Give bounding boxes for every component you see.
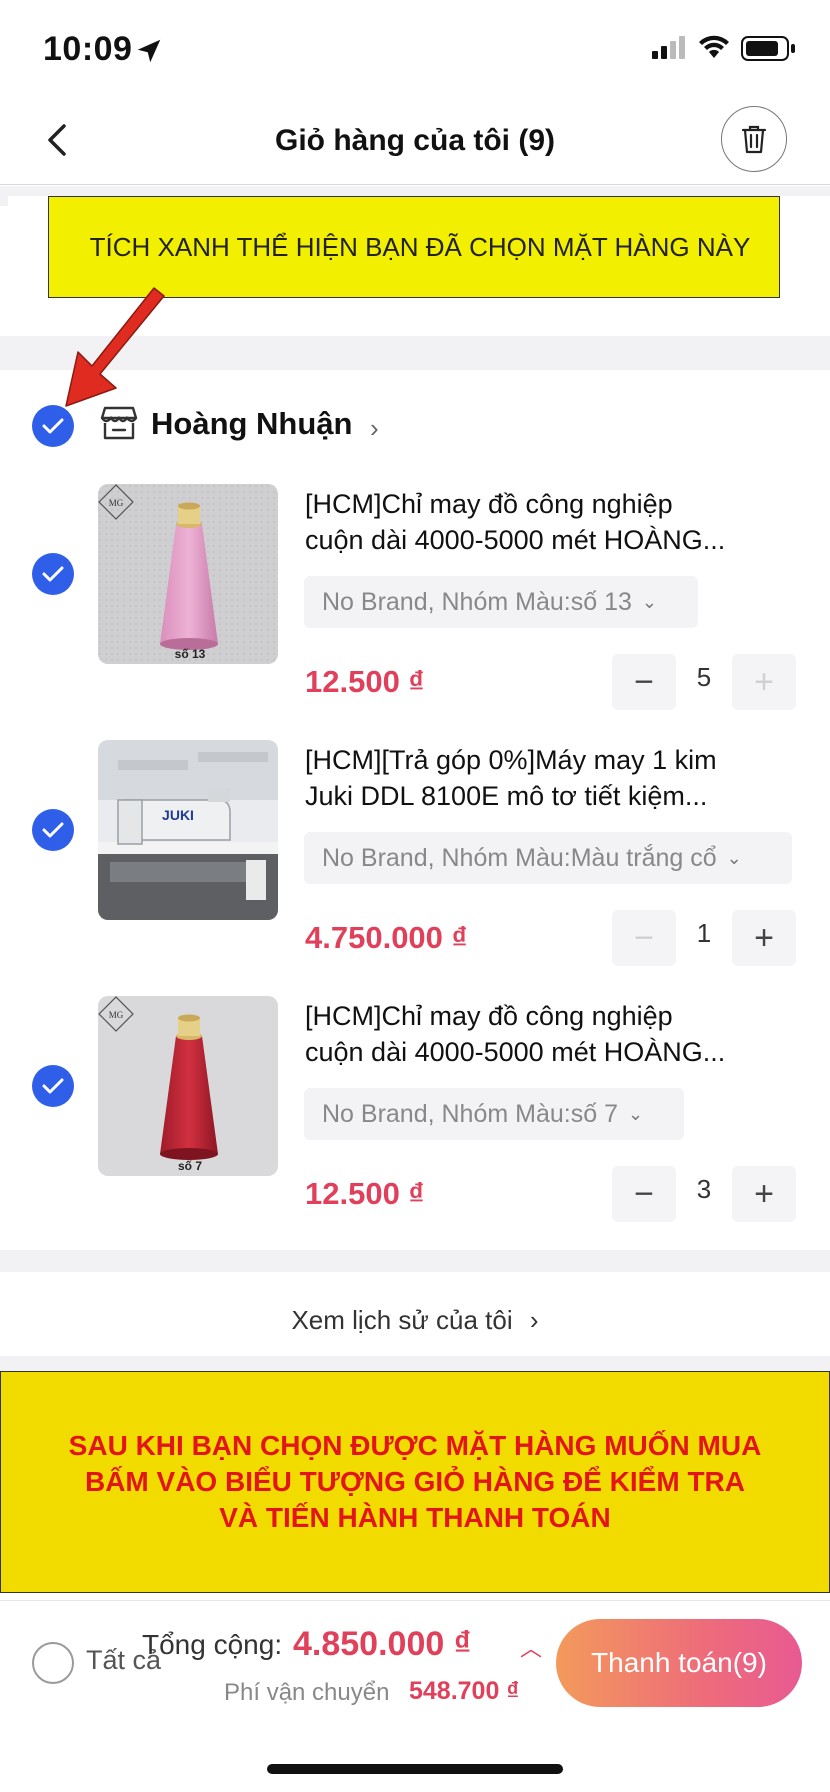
product-thumbnail[interactable]: MG số 13 [98,484,278,664]
store-icon [100,406,138,440]
trash-icon [741,125,767,154]
checkout-button[interactable]: Thanh toán(9) [556,1619,802,1707]
product-name-line: Juki DDL 8100E mô tơ tiết kiệm... [305,781,708,811]
item-price: 4.750.000 ₫ [305,920,468,955]
product-name-line: cuộn dài 4000-5000 mét HOÀNG... [305,1037,726,1067]
item-select-checkbox[interactable] [32,553,74,595]
annotation-line: SAU KHI BẠN CHỌN ĐƯỢC MẶT HÀNG MUỐN MUA [68,1430,762,1461]
home-indicator[interactable] [267,1764,563,1774]
product-name-line: [HCM]Chỉ may đồ công nghiệp [305,489,673,519]
checkmark-icon [42,822,64,838]
chevron-right-icon[interactable]: › [370,413,379,444]
quantity-increase-button[interactable]: + [732,910,796,966]
chevron-up-icon[interactable]: ︿ [520,1631,542,1663]
variant-label: No Brand, Nhóm Màu:số 7 [322,1099,618,1128]
shipping-fee-value: 548.700 ₫ [409,1677,520,1705]
thumbnail-caption: số 7 [178,1159,202,1173]
product-name-line: cuộn dài 4000-5000 mét HOÀNG... [305,525,726,555]
cellular-signal-icon [652,36,685,59]
product-name-line: [HCM][Trả góp 0%]Máy may 1 kim [305,745,717,775]
product-thumbnail[interactable]: JUKI [98,740,278,920]
total-label: Tổng cộng: [142,1629,283,1660]
shop-logo-text: MG [109,498,124,508]
quantity-value: 5 [696,662,712,692]
select-all-checkbox[interactable] [32,1642,74,1684]
variant-label: No Brand, Nhóm Màu:Màu trắng cổ [322,843,717,872]
quantity-decrease-button[interactable]: − [612,654,676,710]
chevron-right-icon: › [529,1305,539,1335]
quantity-value: 1 [696,918,712,948]
section-divider [0,1250,830,1272]
page-title: Giỏ hàng của tôi (9) [274,124,555,157]
annotation-line: VÀ TIẾN HÀNH THANH TOÁN [219,1502,611,1533]
product-name-line: [HCM]Chỉ may đồ công nghiệp [305,1001,673,1031]
product-name-link[interactable]: [HCM][Trả góp 0%]Máy may 1 kim Juki DDL … [305,742,805,814]
quantity-decrease-button[interactable]: − [612,910,676,966]
shipping-fee-label: Phí vận chuyển [224,1679,390,1706]
item-price: 12.500 ₫ [305,1176,425,1211]
history-label: Xem lịch sử của tôi [291,1305,513,1335]
variant-selector[interactable]: No Brand, Nhóm Màu:số 7 ⌄ [304,1088,684,1140]
product-thumbnail[interactable]: MG số 7 [98,996,278,1176]
checkmark-icon [42,418,64,434]
shop-logo-text: MG [109,1010,124,1020]
variant-label: No Brand, Nhóm Màu:số 13 [322,587,632,616]
quantity-decrease-button[interactable]: − [612,1166,676,1222]
checkmark-icon [42,1078,64,1094]
annotation-line: BẤM VÀO BIỂU TƯỢNG GIỎ HÀNG ĐỂ KIỂM TRA [84,1466,745,1497]
sewing-machine-image: JUKI [98,740,278,920]
status-time: 10:09 [43,30,133,68]
app-header: Giỏ hàng của tôi (9) [0,100,830,185]
section-divider [0,1356,830,1371]
total-value: 4.850.000 ₫ [293,1625,472,1663]
status-bar: 10:09 [0,0,830,100]
cart-item: MG số 7 [HCM]Chỉ may đồ công nghiệp cuộn… [0,996,830,1252]
machine-brand-text: JUKI [162,807,194,823]
thumbnail-caption: số 13 [175,647,206,661]
battery-icon [741,36,795,61]
variant-selector[interactable]: No Brand, Nhóm Màu:số 13 ⌄ [304,576,698,628]
product-name-link[interactable]: [HCM]Chỉ may đồ công nghiệp cuộn dài 400… [305,486,805,558]
quantity-value: 3 [696,1174,712,1204]
section-divider [0,186,830,196]
item-price: 12.500 ₫ [305,664,425,699]
delete-button[interactable] [721,106,787,172]
checkmark-icon [42,566,64,582]
quantity-increase-button[interactable]: + [732,654,796,710]
shop-name-link[interactable]: Hoàng Nhuận [151,406,353,442]
variant-selector[interactable]: No Brand, Nhóm Màu:Màu trắng cổ ⌄ [304,832,792,884]
item-select-checkbox[interactable] [32,809,74,851]
thread-spool-image: MG số 7 [98,996,278,1176]
shop-select-checkbox[interactable] [32,405,74,447]
cart-item: MG số 13 [HCM]Chỉ may đồ công nghiệp cuộ… [0,484,830,740]
chevron-down-icon: ⌄ [627,1103,644,1124]
wifi-icon [699,35,729,58]
product-name-link[interactable]: [HCM]Chỉ may đồ công nghiệp cuộn dài 400… [305,998,805,1070]
quantity-increase-button[interactable]: + [732,1166,796,1222]
item-select-checkbox[interactable] [32,1065,74,1107]
section-divider [0,196,8,206]
thread-spool-image: MG số 13 [98,484,278,664]
annotation-banner-bottom: SAU KHI BẠN CHỌN ĐƯỢC MẶT HÀNG MUỐN MUA … [0,1371,830,1593]
chevron-down-icon: ⌄ [641,591,657,612]
cart-item: JUKI [HCM][Trả góp 0%]Máy may 1 kim Juki… [0,740,830,996]
location-arrow-icon [137,39,161,63]
red-arrow-annotation [65,287,165,407]
chevron-down-icon: ⌄ [726,847,742,868]
order-history-link[interactable]: Xem lịch sử của tôi › [0,1305,830,1336]
